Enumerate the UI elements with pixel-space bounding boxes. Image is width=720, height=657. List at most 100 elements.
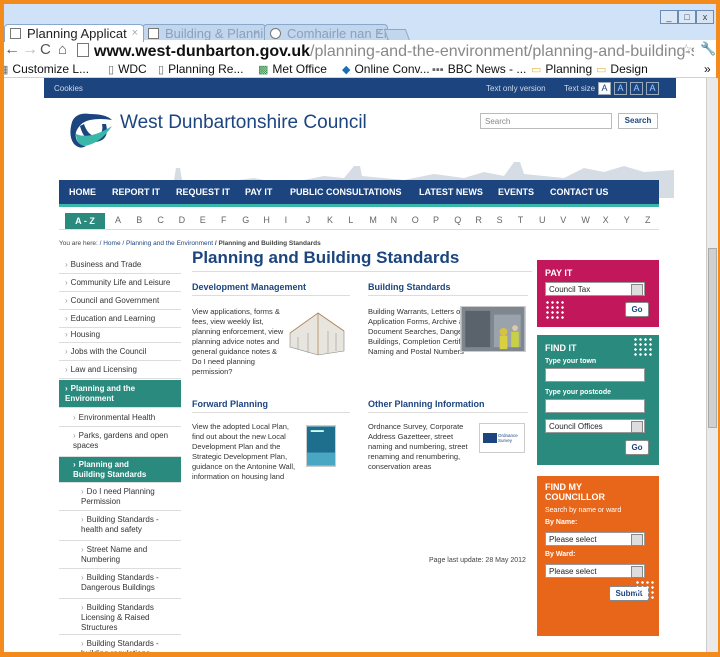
cookies-link[interactable]: Cookies: [54, 84, 83, 93]
postcode-input[interactable]: [545, 399, 645, 413]
council-name[interactable]: West Dunbartonshire Council: [120, 112, 367, 134]
az-letter-s[interactable]: S: [497, 215, 503, 225]
az-letter-t[interactable]: T: [518, 215, 524, 225]
sidebar-item-dangerous[interactable]: Building Standards - Dangerous Buildings: [59, 569, 181, 599]
az-letter-h[interactable]: H: [263, 215, 270, 225]
nav-contact-us[interactable]: CONTACT US: [550, 187, 608, 197]
az-letter-g[interactable]: G: [242, 215, 249, 225]
section-heading-development[interactable]: Development Management: [192, 282, 306, 292]
minimize-button[interactable]: _: [660, 10, 678, 24]
az-letter-w[interactable]: W: [581, 215, 590, 225]
az-letter-k[interactable]: K: [327, 215, 333, 225]
nav-request-it[interactable]: REQUEST IT: [176, 187, 230, 197]
sidebar-item-business[interactable]: Business and Trade: [59, 256, 181, 274]
breadcrumb-section[interactable]: / Planning and the Environment: [122, 240, 213, 247]
az-letter-l[interactable]: L: [348, 215, 353, 225]
sidebar-item-council[interactable]: Council and Government: [59, 292, 181, 310]
nav-report-it[interactable]: REPORT IT: [112, 187, 160, 197]
ordnance-survey-logo[interactable]: Ordnance Survey: [479, 423, 525, 453]
councillor-ward-select[interactable]: Please select: [545, 564, 645, 578]
reload-icon[interactable]: C: [40, 41, 51, 58]
tab-planning-applications[interactable]: Planning Applicat ×: [4, 24, 144, 42]
sidebar-item-street-name[interactable]: Street Name and Numbering: [59, 541, 181, 569]
section-heading-building-standards[interactable]: Building Standards: [368, 282, 451, 292]
sidebar-item-education[interactable]: Education and Learning: [59, 310, 181, 328]
sidebar-item-jobs[interactable]: Jobs with the Council: [59, 343, 181, 361]
sidebar-item-planning-building[interactable]: Planning and Building Standards: [59, 457, 181, 483]
az-letter-c[interactable]: C: [157, 215, 164, 225]
az-letter-y[interactable]: Y: [624, 215, 630, 225]
bookmark-item[interactable]: ▯ WDC: [108, 62, 147, 77]
text-size-large[interactable]: A: [630, 82, 643, 95]
close-icon[interactable]: ×: [132, 25, 138, 42]
sidebar-item-planning-environment[interactable]: Planning and the Environment: [59, 380, 181, 408]
maximize-button[interactable]: □: [678, 10, 696, 24]
az-letter-n[interactable]: N: [391, 215, 398, 225]
az-letter-r[interactable]: R: [475, 215, 482, 225]
find-it-go-button[interactable]: Go: [625, 440, 649, 455]
az-letter-j[interactable]: J: [306, 215, 311, 225]
local-plan-cover-image[interactable]: [306, 425, 336, 467]
section-heading-other-info[interactable]: Other Planning Information: [368, 399, 485, 409]
az-letter-z[interactable]: Z: [645, 215, 651, 225]
bookmark-item[interactable]: ◆ Online Conv...: [342, 62, 430, 77]
search-button[interactable]: Search: [618, 113, 658, 129]
nav-home[interactable]: HOME: [69, 187, 96, 197]
sidebar-item-law[interactable]: Law and Licensing: [59, 361, 181, 379]
nav-events[interactable]: EVENTS: [498, 187, 534, 197]
councillor-name-select[interactable]: Please select: [545, 532, 645, 546]
wrench-icon[interactable]: 🔧: [700, 41, 716, 57]
more-bookmarks-icon[interactable]: »: [704, 62, 711, 77]
az-letter-m[interactable]: M: [369, 215, 377, 225]
nav-latest-news[interactable]: LATEST NEWS: [419, 187, 483, 197]
text-only-link[interactable]: Text only version: [486, 84, 546, 93]
address-bar[interactable]: www.west-dunbarton.gov.uk/planning-and-t…: [94, 42, 694, 61]
nav-pay-it[interactable]: PAY IT: [245, 187, 272, 197]
bookmark-item[interactable]: ▩ Met Office: [258, 62, 327, 77]
az-letter-d[interactable]: D: [179, 215, 186, 225]
az-letter-a[interactable]: A: [115, 215, 121, 225]
az-letter-e[interactable]: E: [200, 215, 206, 225]
bookmark-folder[interactable]: ▭ Design: [596, 62, 648, 77]
az-letter-q[interactable]: Q: [454, 215, 461, 225]
town-input[interactable]: [545, 368, 645, 382]
house-frame-image[interactable]: [284, 303, 350, 359]
sidebar-item-regulations[interactable]: Building Standards - building regulation…: [59, 635, 181, 652]
home-icon[interactable]: ⌂: [58, 41, 67, 58]
text-size-medium[interactable]: A: [614, 82, 627, 95]
pay-it-select[interactable]: Council Tax: [545, 282, 645, 296]
az-letter-p[interactable]: P: [433, 215, 439, 225]
az-letter-f[interactable]: F: [221, 215, 227, 225]
council-logo[interactable]: [66, 110, 116, 152]
bookmark-item[interactable]: ▪▪▪ BBC News - ...: [432, 62, 526, 77]
text-size-small[interactable]: A: [598, 82, 611, 95]
bookmark-folder[interactable]: ▭ Planning: [531, 62, 592, 77]
sidebar-item-environmental-health[interactable]: Environmental Health: [59, 409, 181, 427]
find-it-select[interactable]: Council Offices: [545, 419, 645, 433]
section-heading-forward-planning[interactable]: Forward Planning: [192, 399, 268, 409]
back-icon[interactable]: ←: [4, 41, 20, 59]
star-icon[interactable]: ☆: [680, 41, 693, 58]
text-size-xlarge[interactable]: A: [646, 82, 659, 95]
sidebar-item-permission[interactable]: Do I need Planning Permission: [59, 484, 181, 511]
sidebar-item-community[interactable]: Community Life and Leisure: [59, 274, 181, 292]
bookmark-item[interactable]: ▦ Customize L...: [4, 62, 89, 77]
forward-icon[interactable]: →: [22, 41, 38, 59]
az-letter-u[interactable]: U: [539, 215, 546, 225]
az-letter-b[interactable]: B: [136, 215, 142, 225]
az-letter-v[interactable]: V: [560, 215, 566, 225]
az-letter-o[interactable]: O: [412, 215, 419, 225]
sidebar-item-licensing[interactable]: Building Standards Licensing & Raised St…: [59, 599, 181, 635]
bookmark-item[interactable]: ▯ Planning Re...: [158, 62, 243, 77]
scrollbar[interactable]: [706, 78, 718, 652]
sidebar-item-housing[interactable]: Housing: [59, 328, 181, 343]
nav-public-consultations[interactable]: PUBLIC CONSULTATIONS: [290, 187, 402, 197]
sidebar-item-health-safety[interactable]: Building Standards - health and safety: [59, 511, 181, 541]
sidebar-item-parks[interactable]: Parks, gardens and open spaces: [59, 427, 181, 457]
az-letter-i[interactable]: I: [285, 215, 288, 225]
az-letter-x[interactable]: X: [603, 215, 609, 225]
window-close-button[interactable]: x: [696, 10, 714, 24]
breadcrumb-home[interactable]: / Home: [100, 240, 121, 247]
pay-it-go-button[interactable]: Go: [625, 302, 649, 317]
az-label[interactable]: A - Z: [65, 213, 105, 229]
